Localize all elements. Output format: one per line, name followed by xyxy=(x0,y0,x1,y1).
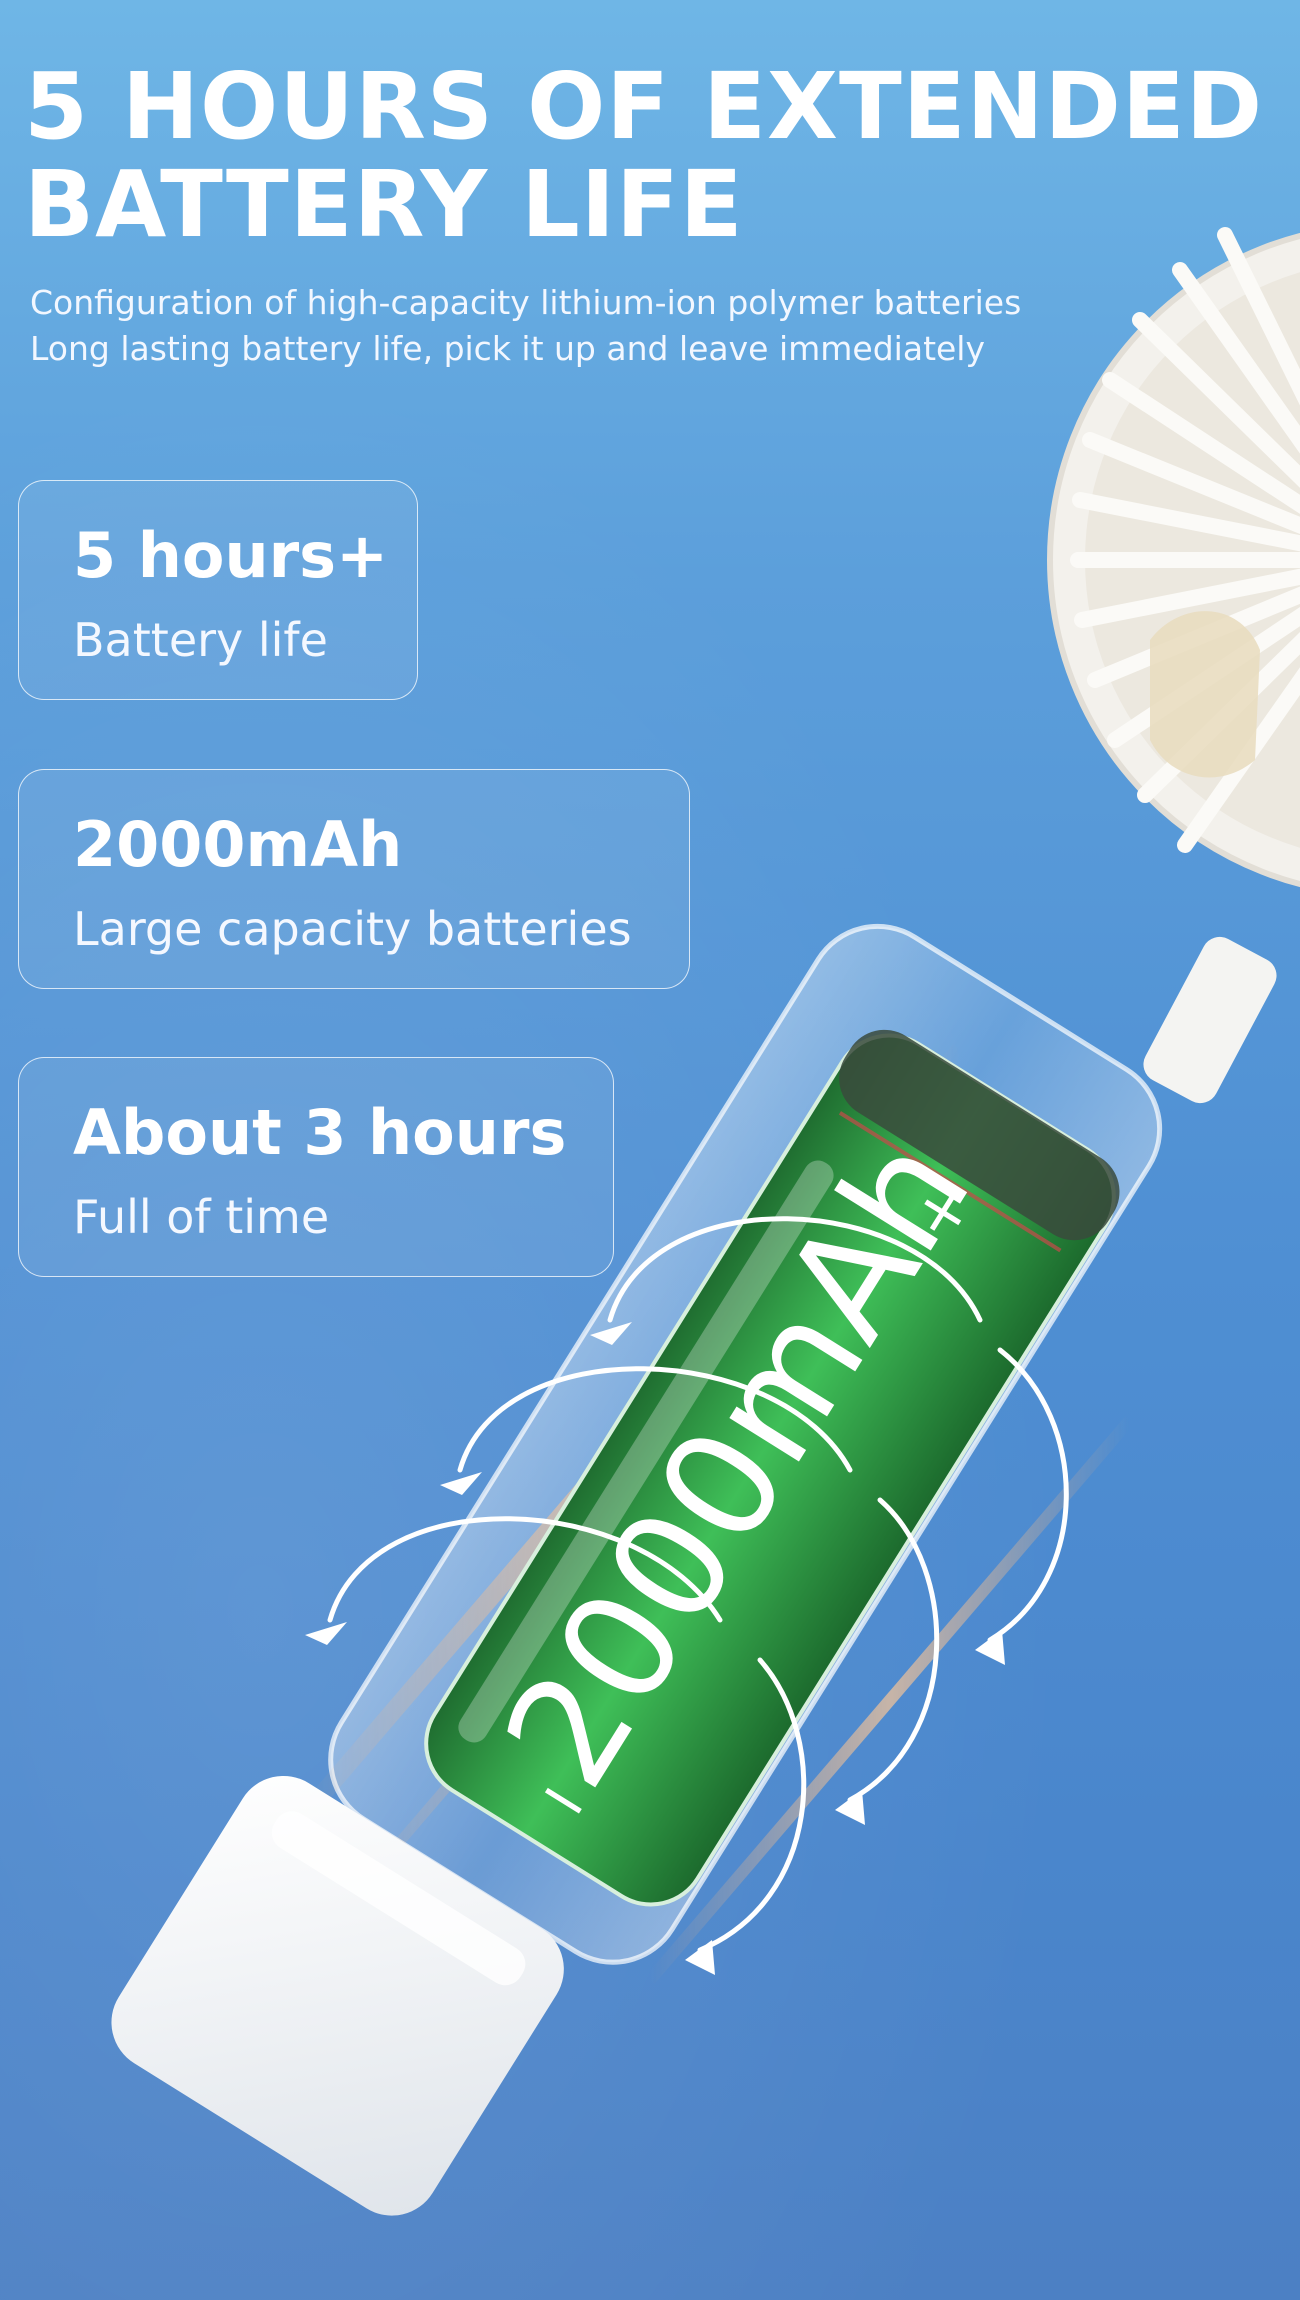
fan-battery-illustration: + − 2000mAh xyxy=(111,227,1300,2216)
fan-head-icon xyxy=(1047,227,1300,888)
